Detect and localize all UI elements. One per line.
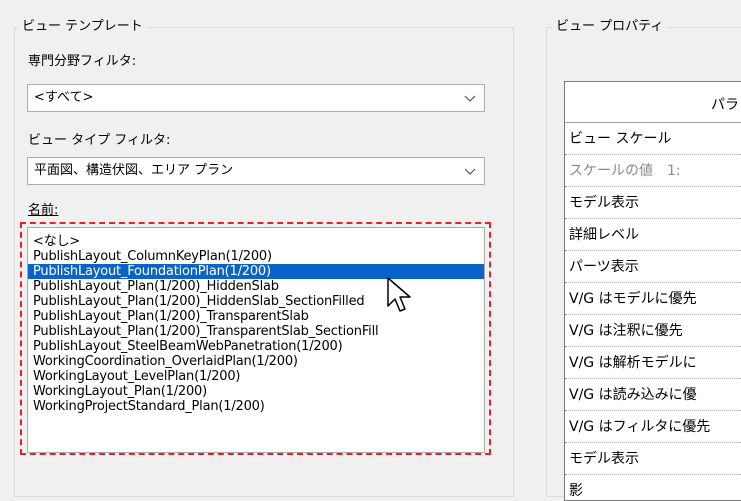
property-row[interactable]: V/G は注釈に優先 <box>565 315 741 347</box>
list-item[interactable]: <なし> <box>28 234 484 249</box>
mouse-pointer-icon <box>387 277 411 312</box>
property-row[interactable]: 影 <box>565 475 741 500</box>
list-item[interactable]: WorkingLayout_Plan(1/200) <box>28 384 484 399</box>
properties-header-label: パラ <box>711 97 739 113</box>
names-label: 名前: <box>28 203 59 218</box>
list-item[interactable]: WorkingCoordination_OverlaidPlan(1/200) <box>28 354 484 369</box>
property-row[interactable]: V/G はフィルタに優先 <box>565 411 741 443</box>
list-item[interactable]: PublishLayout_SteelBeamWebPanetration(1/… <box>28 339 484 354</box>
list-item[interactable]: PublishLayout_Plan(1/200)_TransparentSla… <box>28 324 484 339</box>
view-type-filter-label: ビュー タイプ フィルタ: <box>28 133 171 148</box>
view-template-group-title: ビュー テンプレート <box>18 19 147 35</box>
discipline-filter-value: <すべて> <box>34 90 94 105</box>
property-row[interactable]: ビュー スケール <box>565 123 741 155</box>
discipline-filter-dropdown[interactable]: <すべて> <box>27 84 485 112</box>
list-item[interactable]: PublishLayout_ColumnKeyPlan(1/200) <box>28 249 484 264</box>
property-row[interactable]: 詳細レベル <box>565 219 741 251</box>
view-template-list[interactable]: <なし> PublishLayout_ColumnKeyPlan(1/200) … <box>27 227 485 453</box>
property-row[interactable]: V/G はモデルに優先 <box>565 283 741 315</box>
property-row[interactable]: モデル表示 <box>565 443 741 475</box>
properties-table-header: パラ <box>565 82 741 123</box>
property-row[interactable]: モデル表示 <box>565 187 741 219</box>
property-row[interactable]: V/G は読み込みに優 <box>565 379 741 411</box>
property-row[interactable]: パーツ表示 <box>565 251 741 283</box>
view-properties-group-title: ビュー プロパティ <box>552 19 668 35</box>
chevron-down-icon <box>464 95 476 102</box>
list-item[interactable]: PublishLayout_Plan(1/200)_TransparentSla… <box>28 309 484 324</box>
view-type-filter-dropdown[interactable]: 平面図、構造伏図、エリア プラン <box>27 157 485 185</box>
list-item[interactable]: WorkingLayout_LevelPlan(1/200) <box>28 369 484 384</box>
discipline-filter-label: 専門分野フィルタ: <box>28 54 137 69</box>
property-row[interactable]: V/G は解析モデルに <box>565 347 741 379</box>
list-item[interactable]: PublishLayout_Plan(1/200)_HiddenSlab_Sec… <box>28 294 484 309</box>
property-row[interactable]: スケールの値 1: <box>565 155 741 187</box>
properties-table[interactable]: パラ ビュー スケール スケールの値 1: モデル表示 詳細レベル パーツ表示 … <box>564 81 741 501</box>
chevron-down-icon <box>464 168 476 175</box>
list-item-selected[interactable]: PublishLayout_FoundationPlan(1/200) <box>28 264 484 279</box>
list-item[interactable]: PublishLayout_Plan(1/200)_HiddenSlab <box>28 279 484 294</box>
view-type-filter-value: 平面図、構造伏図、エリア プラン <box>34 163 234 178</box>
list-item[interactable]: WorkingProjectStandard_Plan(1/200) <box>28 399 484 414</box>
